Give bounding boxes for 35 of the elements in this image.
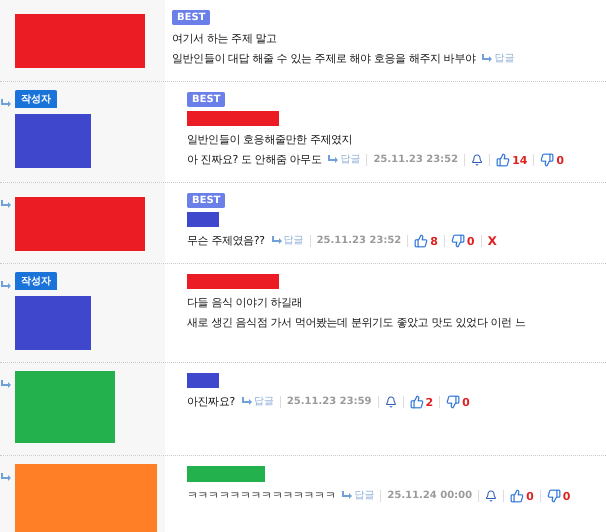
best-badge: BEST — [187, 92, 226, 107]
reply-arrow-icon — [0, 99, 12, 109]
comment-text: 새로 생긴 음식점 가서 먹어봤는데 분위기도 좋았고 맛도 있었다 이런 느 — [187, 315, 526, 331]
reply-arrow-icon — [240, 397, 253, 407]
comment-date: 25.11.23 23:59 — [286, 395, 372, 409]
dislike-button[interactable]: 0 — [540, 153, 564, 167]
reply-arrow-icon — [0, 473, 12, 483]
dislike-button[interactable]: 0 — [450, 234, 475, 248]
comment-text: 일반인들이 호응해줄만한 주제였지 — [187, 132, 352, 148]
best-badge: BEST — [172, 10, 210, 25]
comment-text: 여기서 하는 주제 말고 — [172, 31, 277, 47]
comment-text: 무슨 주제였음?? — [187, 233, 265, 249]
reply-arrow-icon — [270, 236, 283, 246]
comment-text: 아진짜요? — [187, 394, 235, 410]
bell-icon[interactable] — [471, 154, 484, 166]
reply-arrow-icon — [341, 491, 354, 501]
author-badge: 작성자 — [15, 272, 57, 290]
comment-text: 다들 음식 이야기 하길래 — [187, 295, 302, 311]
author-badge: 작성자 — [15, 90, 57, 108]
best-badge: BEST — [187, 193, 226, 208]
reply-arrow-icon — [327, 155, 340, 165]
delete-button[interactable]: X — [488, 234, 497, 248]
comment-text: 일반인들이 대답 해줄 수 있는 주제로 해야 호응을 해주지 바부야 — [172, 51, 476, 67]
comment-text: 아 진짜요? 도 안해줌 아무도 — [187, 152, 322, 168]
comment-text: ㅋㅋㅋㅋㅋㅋㅋㅋㅋㅋㅋㅋㅋㅋ — [187, 488, 336, 504]
comment-date: 25.11.24 00:00 — [387, 489, 472, 503]
reply-arrow-icon — [0, 281, 12, 291]
comment-date: 25.11.23 23:52 — [373, 153, 458, 167]
reply-arrow-icon — [0, 200, 12, 210]
bell-icon[interactable] — [485, 490, 498, 502]
comment-date: 25.11.23 23:52 — [316, 234, 402, 248]
like-button[interactable]: 14 — [496, 153, 528, 167]
reply-arrow-icon — [481, 54, 494, 64]
bell-icon[interactable] — [384, 396, 397, 408]
reply-arrow-icon — [0, 380, 12, 390]
